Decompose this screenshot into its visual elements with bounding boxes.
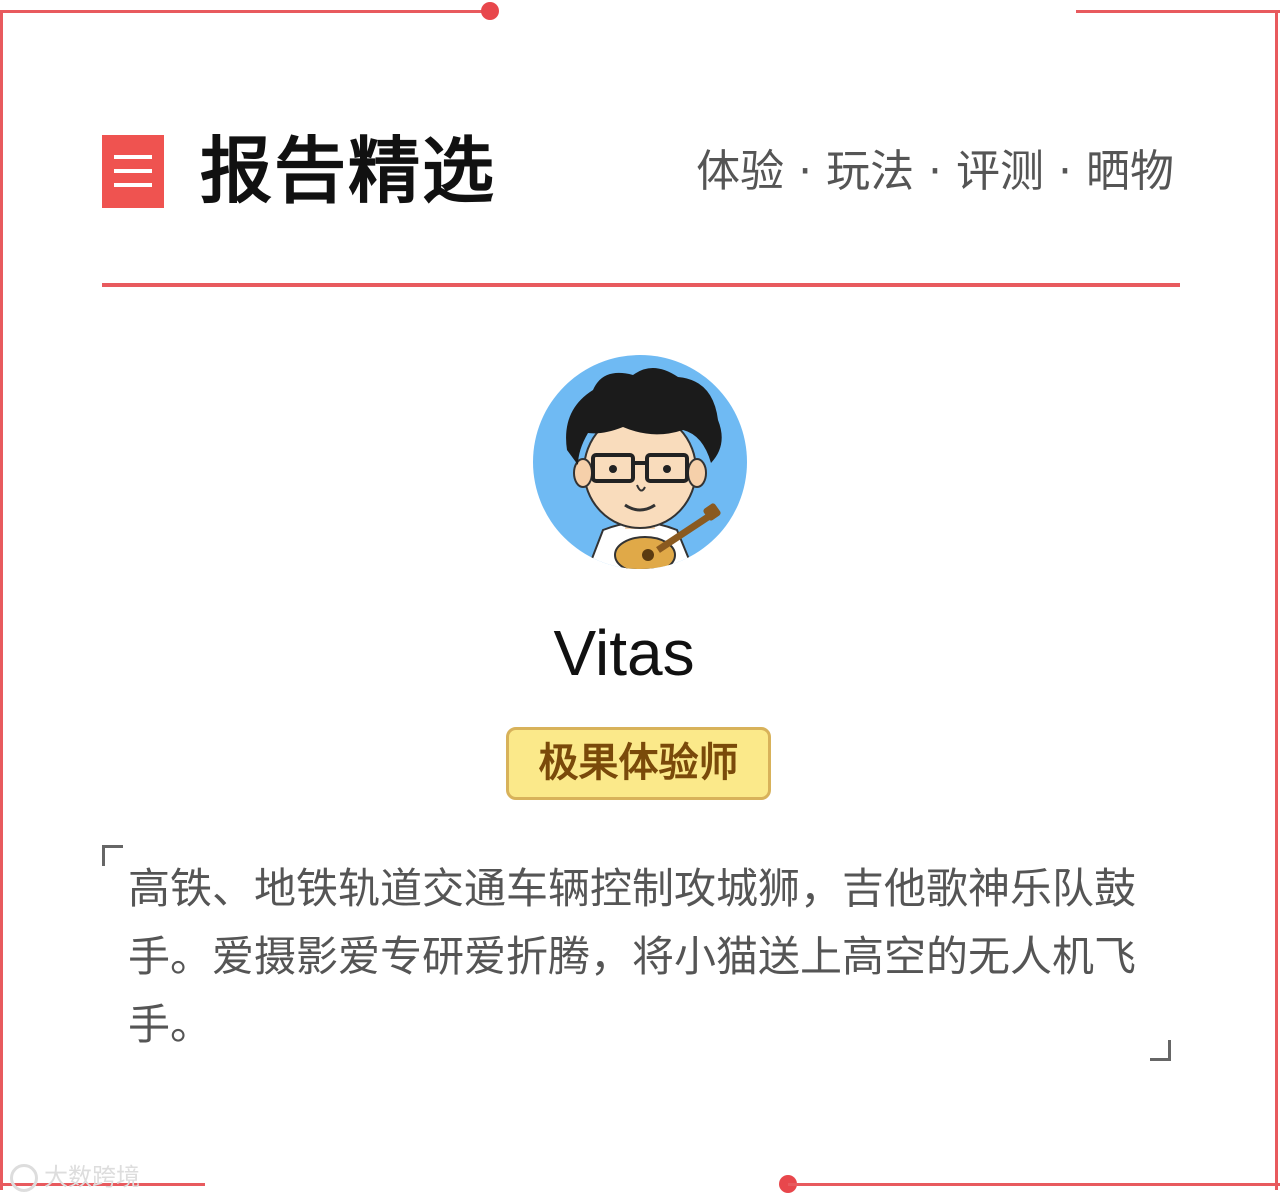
frame-top-right-line — [1076, 10, 1280, 13]
cartoon-avatar-icon — [533, 355, 747, 569]
frame-right-line — [1275, 10, 1278, 1190]
frame-dot-top — [481, 2, 499, 20]
profile-bio: 高铁、地铁轨道交通车辆控制攻城狮，吉他歌神乐队鼓手。爱摄影爱专研爱折腾，将小猫送… — [128, 864, 1137, 1049]
profile-name: Vitas — [553, 617, 695, 689]
menu-icon — [102, 135, 164, 208]
avatar — [533, 355, 747, 569]
header-divider — [102, 283, 1180, 287]
quote-close-mark — [1150, 1040, 1171, 1061]
page-title: 报告精选 — [200, 129, 497, 213]
frame-left-line — [0, 10, 3, 1190]
watermark-logo-icon — [10, 1164, 38, 1192]
watermark: 大数跨境 — [10, 1160, 140, 1194]
watermark-text: 大数跨境 — [44, 1163, 140, 1191]
role-badge: 极果体验师 — [506, 727, 771, 800]
category-tags: 体验 · 玩法 · 评测 · 晒物 — [696, 146, 1174, 197]
frame-bottom-right-line — [788, 1183, 1280, 1186]
frame-top-left-line — [0, 10, 490, 13]
quote-open-mark — [102, 845, 123, 866]
